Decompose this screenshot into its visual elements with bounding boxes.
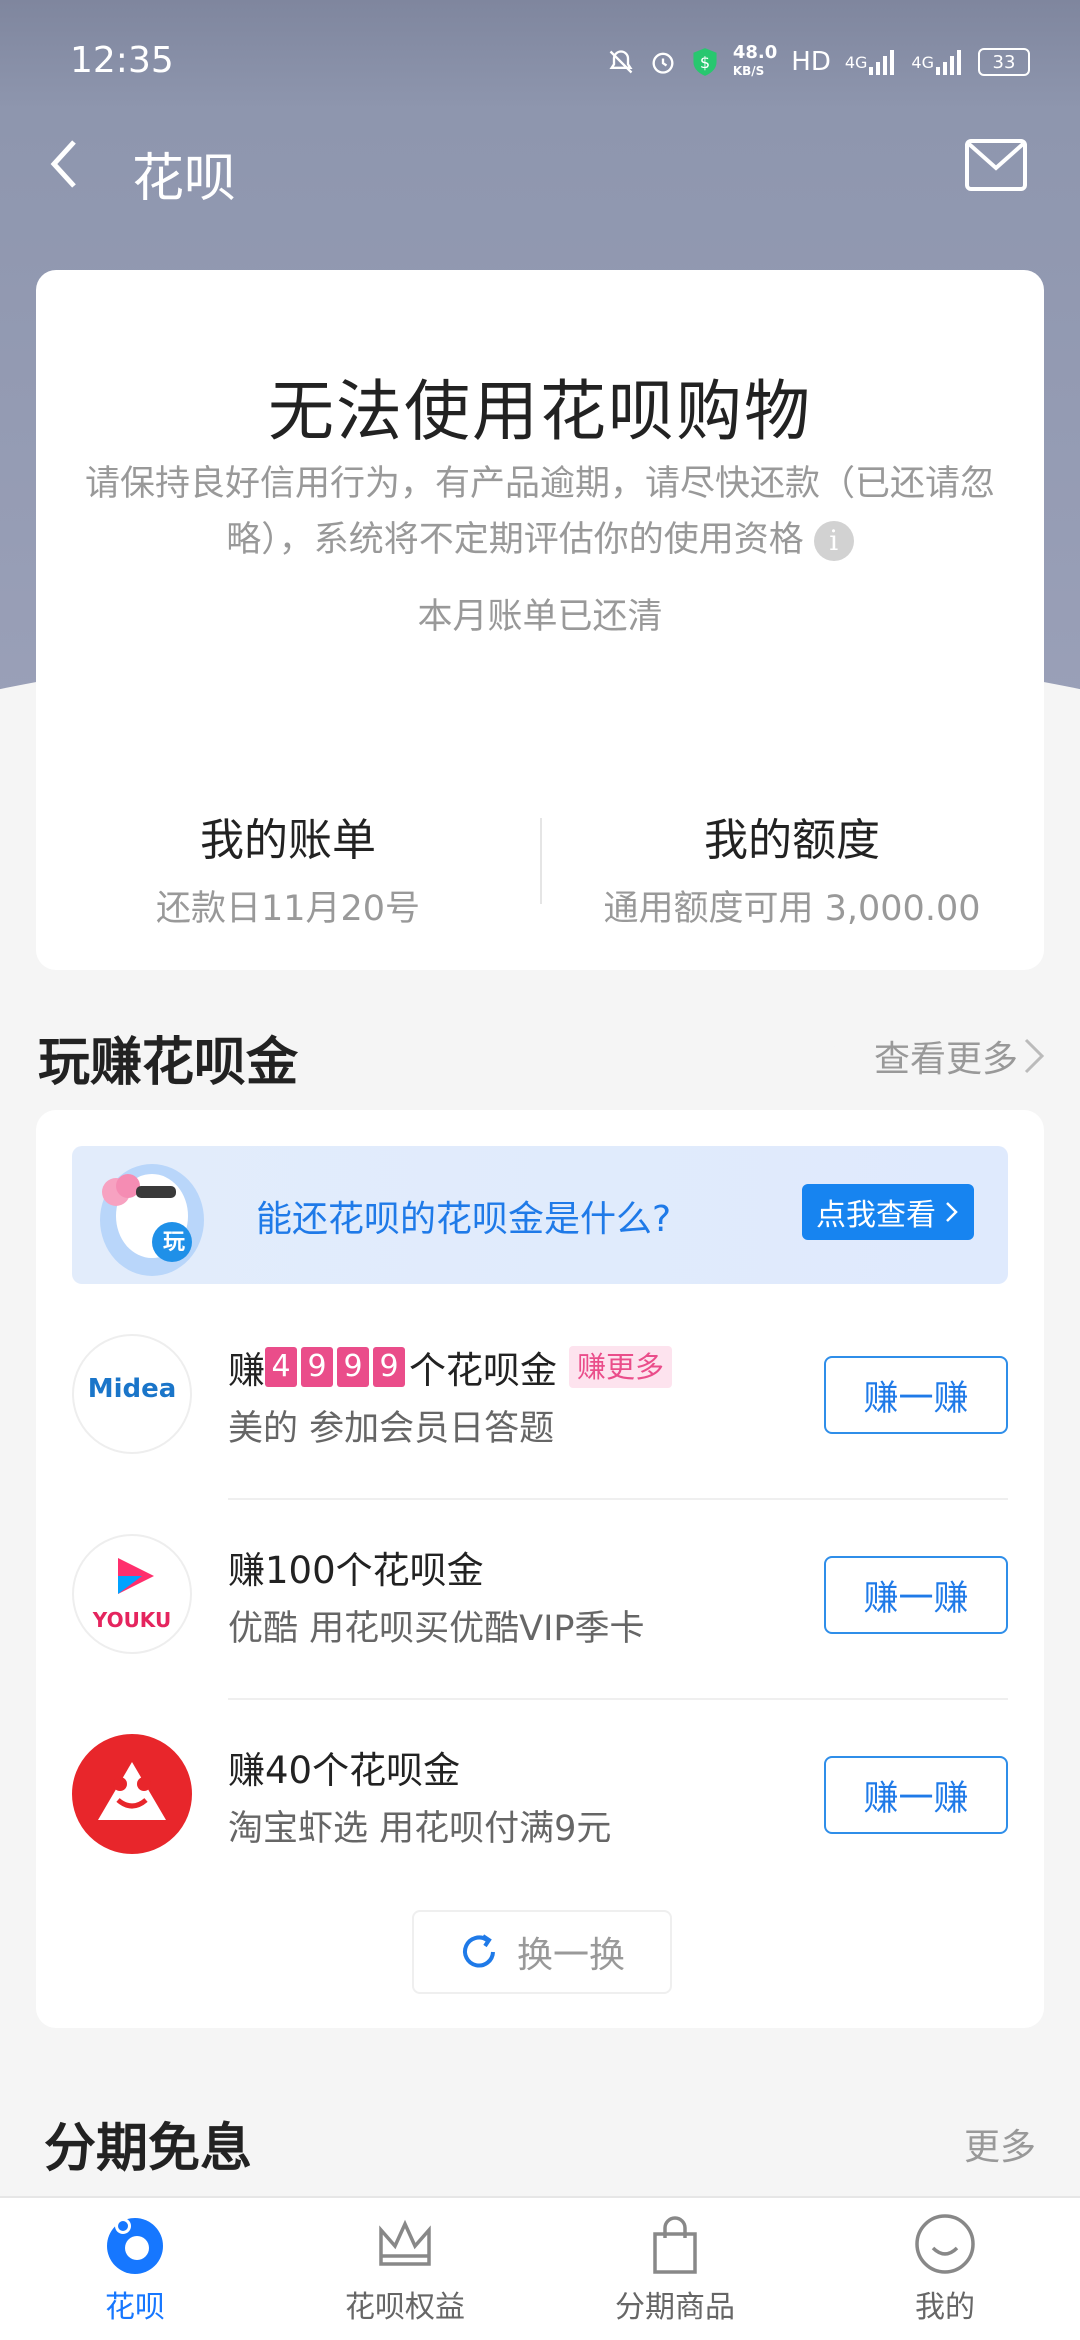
nav-label: 花呗权益 bbox=[345, 2290, 465, 2325]
earn-item-youku: YOUKU 赚100个花呗金 优酷 用花呗买优酷VIP季卡 赚一赚 bbox=[72, 1500, 1008, 1700]
midea-logo-text: Midea bbox=[87, 1374, 177, 1404]
earn-prefix: 赚 bbox=[228, 1349, 265, 1392]
status-description-text: 请保持良好信用行为，有产品逾期，请尽快还款（已还请忽略），系统将不定期评估你的使… bbox=[84, 464, 995, 560]
hd-label: HD bbox=[791, 47, 831, 77]
chevron-right-icon bbox=[1024, 1038, 1045, 1074]
nav-item-benefits[interactable]: 花呗权益 bbox=[270, 2198, 540, 2340]
earn-suffix: 个花呗金 bbox=[409, 1349, 557, 1392]
signal-icon-1: 4G bbox=[845, 49, 898, 75]
earn-item-desc: 优酷 用花呗买优酷VIP季卡 bbox=[228, 1609, 645, 1649]
earn-item-midea: Midea 赚 4999 个花呗金 赚更多 美的 参加会员日答题 赚一赚 bbox=[72, 1300, 1008, 1500]
battery-icon: 33 bbox=[978, 48, 1030, 76]
crown-icon bbox=[379, 2219, 431, 2266]
play-badge: 玩 bbox=[162, 1230, 185, 1255]
earn-item-title: 赚40个花呗金 bbox=[228, 1749, 461, 1792]
nav-label: 我的 bbox=[915, 2290, 975, 2325]
mute-bell-icon bbox=[607, 48, 635, 76]
chevron-right-icon bbox=[946, 1202, 958, 1222]
alarm-icon bbox=[649, 48, 677, 76]
nav-label: 花呗 bbox=[105, 2290, 165, 2325]
nav-label: 分期商品 bbox=[615, 2290, 735, 2325]
earn-item-title: 赚 4999 个花呗金 赚更多 bbox=[228, 1340, 673, 1394]
earn-button[interactable]: 赚一赚 bbox=[824, 1756, 1008, 1834]
my-bill-label: 我的账单 bbox=[200, 815, 376, 866]
digit-box: 9 bbox=[301, 1347, 333, 1387]
svg-text:$: $ bbox=[700, 53, 710, 72]
installment-more[interactable]: 更多 bbox=[964, 2118, 1036, 2170]
back-arrow-icon bbox=[50, 140, 76, 188]
security-shield-icon: $ bbox=[691, 47, 719, 77]
repayment-date: 还款日11月20号 bbox=[155, 889, 421, 929]
signal1-label: 4G bbox=[844, 52, 868, 72]
earn-item-desc: 淘宝虾选 用花呗付满9元 bbox=[228, 1809, 612, 1849]
bottom-nav: 花呗 花呗权益 分期商品 我的 bbox=[0, 2196, 1080, 2340]
app-header: 花呗 bbox=[0, 96, 1080, 236]
installment-section-title: 分期免息 bbox=[44, 2119, 253, 2179]
shopping-bag-icon bbox=[653, 2216, 697, 2274]
taobao-xiaxuan-logo bbox=[72, 1734, 192, 1854]
banner-view-label: 点我查看 bbox=[816, 1198, 936, 1233]
info-icon[interactable]: i bbox=[813, 521, 854, 561]
digit-box: 4 bbox=[265, 1347, 297, 1387]
earn-item-desc: 美的 参加会员日答题 bbox=[228, 1409, 555, 1449]
huabei-icon bbox=[107, 2218, 163, 2274]
my-limit-entry[interactable]: 我的额度 通用额度可用 3,000.00 bbox=[540, 804, 1044, 931]
mail-icon bbox=[965, 139, 1027, 191]
status-description: 请保持良好信用行为，有产品逾期，请尽快还款（已还请忽略），系统将不定期评估你的使… bbox=[56, 456, 1024, 568]
youku-logo-text: YOUKU bbox=[92, 1608, 172, 1632]
earn-card: 玩 能还花呗的花呗金是什么? 点我查看 Midea 赚 4999 个花呗金 赚更… bbox=[36, 1110, 1044, 2028]
banner-text: 能还花呗的花呗金是什么? bbox=[256, 1199, 672, 1240]
nav-item-installment-goods[interactable]: 分期商品 bbox=[540, 2198, 810, 2340]
nav-item-mine[interactable]: 我的 bbox=[810, 2198, 1080, 2340]
earn-section-title: 玩赚花呗金 bbox=[38, 1033, 299, 1093]
youku-logo: YOUKU bbox=[72, 1534, 192, 1654]
page-title: 花呗 bbox=[132, 149, 237, 209]
net-speed-value: 48.0 bbox=[732, 42, 778, 63]
midea-logo: Midea bbox=[72, 1334, 192, 1454]
mascot-image: 玩 bbox=[90, 1146, 220, 1284]
available-limit: 通用额度可用 3,000.00 bbox=[603, 889, 981, 929]
signal2-label: 4G bbox=[911, 52, 934, 72]
status-icons: $ 48.0 KB/S HD 4G 4G 33 bbox=[607, 44, 1030, 80]
earn-item-title: 赚100个花呗金 bbox=[228, 1549, 484, 1592]
refresh-icon bbox=[463, 1934, 495, 1968]
huabei-gold-banner[interactable]: 玩 能还花呗的花呗金是什么? 点我查看 bbox=[72, 1146, 1008, 1284]
banner-view-button[interactable]: 点我查看 bbox=[802, 1184, 974, 1240]
net-speed: 48.0 KB/S bbox=[733, 44, 777, 80]
message-button[interactable] bbox=[964, 138, 1028, 192]
refresh-label: 换一换 bbox=[516, 1935, 625, 1976]
earn-button[interactable]: 赚一赚 bbox=[824, 1556, 1008, 1634]
digit-box: 9 bbox=[373, 1347, 405, 1387]
smiley-icon bbox=[915, 2214, 975, 2274]
my-bill-entry[interactable]: 我的账单 还款日11月20号 bbox=[36, 804, 540, 931]
status-time: 12:35 bbox=[70, 40, 174, 81]
status-bar: 12:35 $ 48.0 KB/S HD 4G 4G 33 bbox=[0, 0, 1080, 96]
back-button[interactable] bbox=[42, 134, 92, 194]
refresh-button[interactable]: 换一换 bbox=[412, 1910, 672, 1994]
bill-status: 本月账单已还清 bbox=[417, 597, 663, 637]
huabei-page: 12:35 $ 48.0 KB/S HD 4G 4G 33 花呗 无法使用花呗购… bbox=[0, 0, 1080, 2340]
account-status-card: 无法使用花呗购物 请保持良好信用行为，有产品逾期，请尽快还款（已还请忽略），系统… bbox=[36, 270, 1044, 970]
earn-item-taobao-xiaxuan: 赚40个花呗金 淘宝虾选 用花呗付满9元 赚一赚 bbox=[72, 1700, 1008, 1900]
my-limit-label: 我的额度 bbox=[704, 815, 880, 866]
earn-more-tag: 赚更多 bbox=[569, 1346, 673, 1388]
digit-box: 9 bbox=[337, 1347, 369, 1387]
status-title: 无法使用花呗购物 bbox=[268, 373, 812, 450]
nav-item-huabei[interactable]: 花呗 bbox=[0, 2198, 270, 2340]
net-speed-unit: KB/S bbox=[732, 64, 765, 78]
signal-icon-2: 4G bbox=[911, 49, 964, 75]
earn-button[interactable]: 赚一赚 bbox=[824, 1356, 1008, 1434]
earn-see-more-label: 查看更多 bbox=[873, 1039, 1018, 1080]
earn-see-more[interactable]: 查看更多 bbox=[874, 1030, 1048, 1082]
